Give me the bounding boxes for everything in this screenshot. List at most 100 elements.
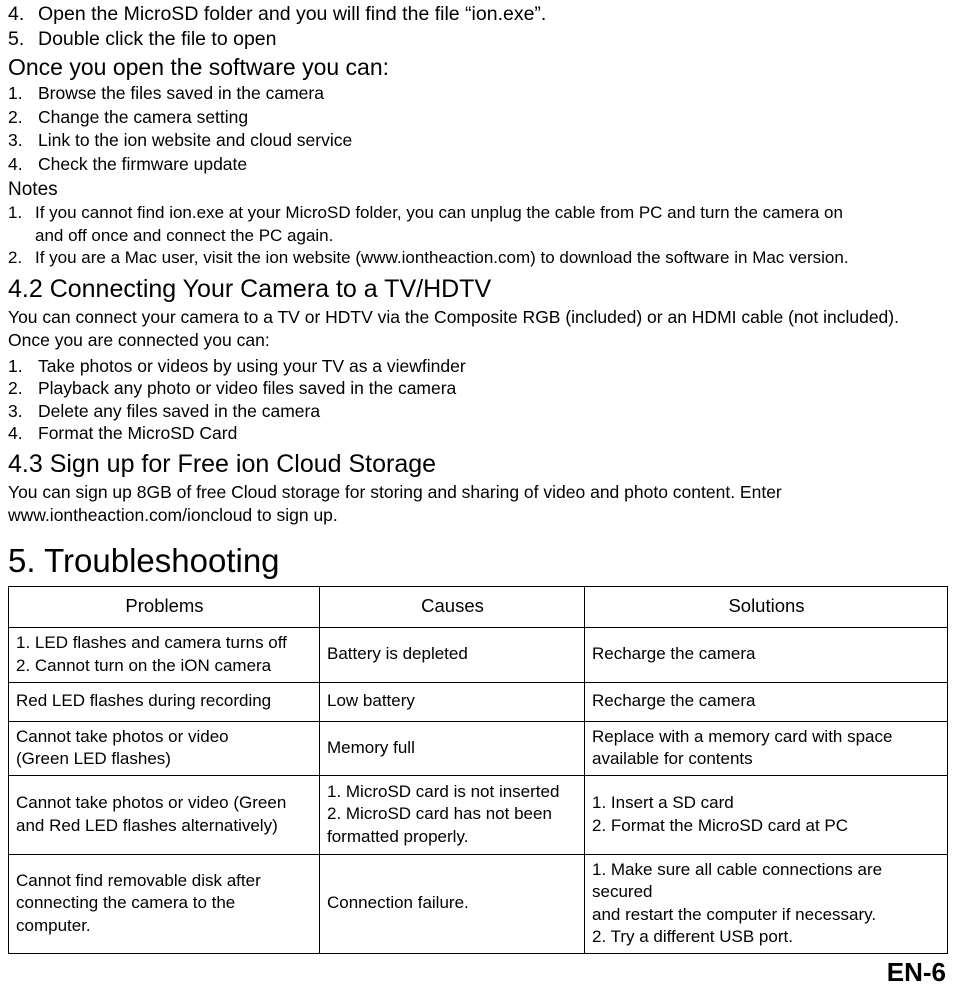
cell-line: and restart the computer if necessary. [592,904,877,924]
list-item: 2. If you are a Mac user, visit the ion … [8,247,960,270]
table-row: Cannot take photos or video (Green LED f… [8,720,948,776]
list-item-number: 2. [8,378,23,398]
cell-line: available for contents [592,749,753,768]
column-header-solutions: Solutions [584,585,948,628]
list-item: 3. Delete any files saved in the camera [8,400,960,423]
notes-heading: Notes [8,179,58,200]
cell-line: Low battery [327,691,415,711]
cell-solution: Recharge the camera [584,681,948,722]
cell-line: (Green LED flashes) [16,749,171,768]
cell-problem: Cannot take photos or video (Green LED f… [8,720,320,776]
cell-problem: Cannot find removable disk after connect… [8,853,320,954]
cell-cause: 1. MicroSD card is not inserted 2. Micro… [319,774,585,855]
cell-problem: Red LED flashes during recording [8,681,320,722]
list-item-text: Delete any files saved in the camera [38,400,321,421]
tv-capability-list: 1. Take photos or videos by using your T… [8,355,960,445]
cell-line: Cannot find removable disk after [16,870,261,890]
cell-line: Red LED flashes during recording [16,691,272,711]
table-row: 1. LED flashes and camera turns off 2. C… [8,626,948,683]
list-item-number: 4. [8,3,25,25]
list-item-text: Link to the ion website and cloud servic… [38,130,353,150]
cell-cause: Connection failure. [319,853,585,954]
list-item: 2. Change the camera setting [8,106,960,130]
cell-line: connecting the camera to the [16,893,236,913]
list-item-text: Check the firmware update [38,153,248,174]
list-item-number: 4. [8,153,23,174]
cell-line: 2. MicroSD card has not been [327,804,552,824]
list-item: 5. Double click the file to open [8,27,960,52]
note-line-2: and off once and connect the PC again. [35,225,334,245]
cell-line: computer. [16,915,91,935]
list-item-number: 1. [8,83,23,103]
document-page: 4. Open the MicroSD folder and you will … [0,2,960,995]
cell-line: 1. Make sure all cable connections are s… [592,859,883,902]
list-item: 4. Open the MicroSD folder and you will … [8,2,960,27]
cell-line: Recharge the camera [592,644,756,664]
section-4-2-paragraph: You can connect your camera to a TV or H… [8,306,899,351]
list-item-text: Take photos or videos by using your TV a… [38,355,466,376]
list-item-text: If you cannot find ion.exe at your Micro… [35,202,960,247]
cell-cause: Memory full [319,720,585,776]
cell-line: 2. Cannot turn on the iON camera [16,655,272,675]
column-header-problems: Problems [8,585,320,628]
cell-line: Cannot take photos or video [16,726,229,746]
notes-list: 1. If you cannot find ion.exe at your Mi… [8,202,960,270]
cell-line: and Red LED flashes alternatively) [16,815,278,835]
cell-line: 1. MicroSD card is not inserted [327,781,560,801]
troubleshooting-table: Problems Causes Solutions 1. LED flashes… [8,585,948,954]
once-you-open-heading: Once you open the software you can: [8,54,390,80]
list-item-number: 1. [8,203,23,222]
list-item-text: Format the MicroSD Card [38,423,238,443]
list-item: 1. If you cannot find ion.exe at your Mi… [8,202,960,247]
list-item-number: 2. [8,248,23,267]
column-header-causes: Causes [319,585,585,628]
table-row: Cannot take photos or video (Green and R… [8,774,948,855]
list-item-number: 1. [8,355,23,376]
list-item-number: 5. [8,28,25,50]
cell-problem: 1. LED flashes and camera turns off 2. C… [8,626,320,683]
list-item: 1. Browse the files saved in the camera [8,82,960,106]
troubleshooting-table-wrap: Problems Causes Solutions 1. LED flashes… [8,585,948,954]
cell-line: Memory full [327,737,415,757]
list-item-text: Browse the files saved in the camera [38,83,324,103]
table-row: Red LED flashes during recording Low bat… [8,681,948,722]
cell-line: Cannot take photos or video (Green [16,793,287,812]
cell-line: Recharge the camera [592,691,756,711]
list-item-number: 3. [8,400,23,421]
cell-line: formatted properly. [327,826,469,846]
section-heading-4-2: 4.2 Connecting Your Camera to a TV/HDTV [8,274,492,303]
cell-problem: Cannot take photos or video (Green and R… [8,774,320,855]
cell-line: 1. Insert a SD card [592,793,734,812]
list-item: 3. Link to the ion website and cloud ser… [8,129,960,153]
list-item-text: Playback any photo or video files saved … [38,378,457,398]
page-number-footer: EN-6 [886,957,946,987]
list-item-text: Change the camera setting [38,106,249,127]
section-heading-4-3: 4.3 Sign up for Free ion Cloud Storage [8,449,437,478]
cell-line: Battery is depleted [327,644,468,664]
list-item-text: Open the MicroSD folder and you will fin… [38,3,547,25]
list-item-number: 2. [8,106,23,127]
cell-line: 2. Try a different USB port. [592,927,793,946]
cell-cause: Low battery [319,681,585,722]
list-item-text: Double click the file to open [38,28,277,50]
list-item: 4. Format the MicroSD Card [8,422,960,445]
list-item-text: If you are a Mac user, visit the ion web… [35,247,960,270]
cell-solution: 1. Make sure all cable connections are s… [584,853,948,954]
list-item: 2. Playback any photo or video files sav… [8,377,960,400]
note-line-1: If you cannot find ion.exe at your Micro… [35,203,843,222]
cell-line: 2. Format the MicroSD card at PC [592,815,849,835]
list-item-number: 4. [8,423,23,443]
cell-solution: Replace with a memory card with space av… [584,720,948,776]
table-row: Cannot find removable disk after connect… [8,853,948,954]
section-heading-5: 5. Troubleshooting [8,541,280,579]
note-line-1: If you are a Mac user, visit the ion web… [35,248,849,267]
cell-cause: Battery is depleted [319,626,585,683]
cell-line: 1. LED flashes and camera turns off [16,633,287,652]
continued-steps-list: 4. Open the MicroSD folder and you will … [8,2,960,52]
section-4-3-paragraph: You can sign up 8GB of free Cloud storag… [8,481,782,526]
cell-solution: Recharge the camera [584,626,948,683]
list-item-number: 3. [8,130,23,150]
table-header-row: Problems Causes Solutions [8,585,948,628]
cell-line: Replace with a memory card with space [592,726,893,746]
software-capability-list: 1. Browse the files saved in the camera … [8,82,960,176]
